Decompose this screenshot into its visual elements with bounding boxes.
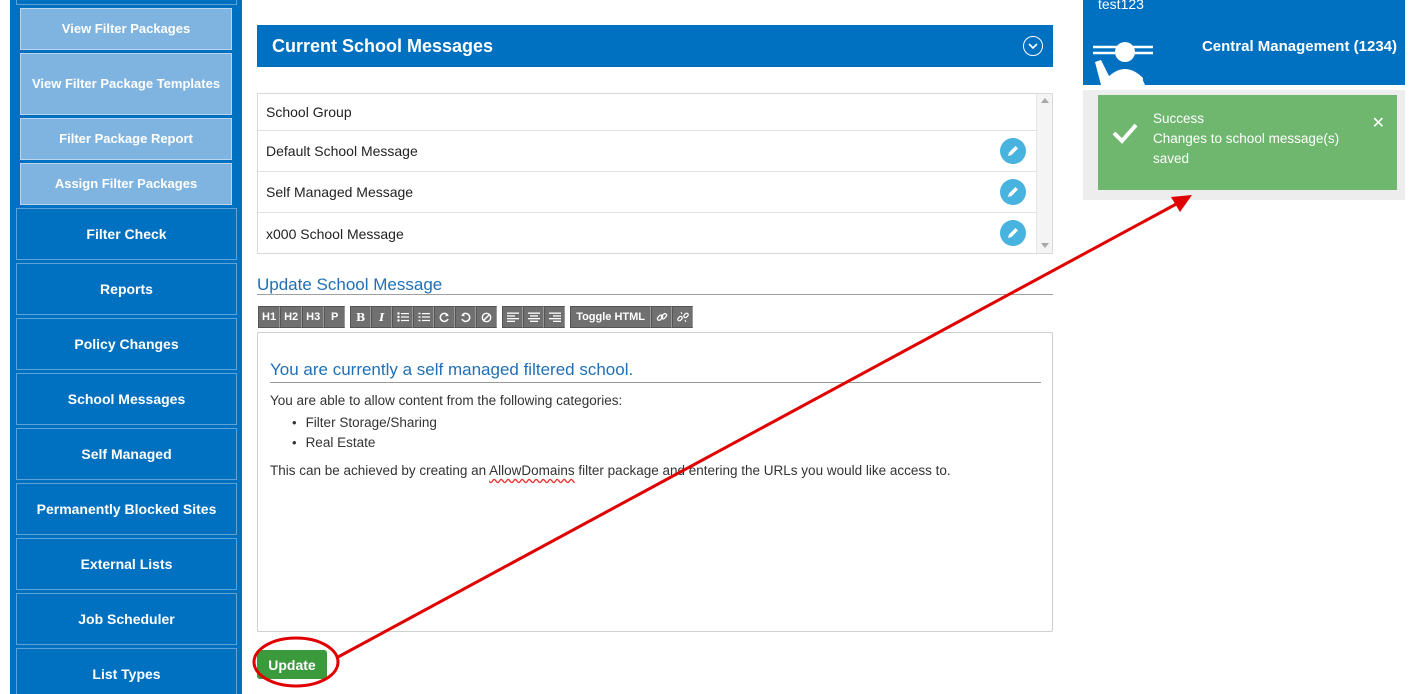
align-left-button[interactable] [502, 306, 524, 328]
italic-icon: I [379, 310, 385, 324]
user-avatar-icon [1093, 42, 1153, 85]
divider [257, 294, 1053, 295]
sidebar-item-stub [16, 0, 237, 5]
sidebar-item-assign-filter-packages[interactable]: Assign Filter Packages [20, 163, 232, 205]
list-item-default-school-message[interactable]: Default School Message [258, 131, 1036, 172]
panel-title: Current School Messages [272, 35, 494, 56]
message-editor[interactable]: You are currently a self managed filtere… [257, 332, 1053, 632]
toast-message-continued: saved [1153, 151, 1190, 166]
update-section-title: Update School Message [257, 275, 443, 294]
list-item: Filter Storage/Sharing [292, 412, 437, 432]
remove-link-button[interactable] [672, 306, 694, 328]
sidebar: View Filter Packages View Filter Package… [10, 0, 242, 694]
italic-button[interactable]: I [371, 306, 393, 328]
toggle-html-button[interactable]: Toggle HTML [570, 306, 652, 328]
sidebar-item-external-lists[interactable]: External Lists [16, 538, 237, 590]
sidebar-item-policy-changes[interactable]: Policy Changes [16, 318, 237, 370]
username: test123 [1098, 0, 1144, 12]
undo-icon [461, 312, 471, 322]
allowdomains-term: AllowDomains [489, 463, 575, 478]
scroll-down-arrow-icon[interactable] [1041, 243, 1049, 248]
scroll-up-arrow-icon[interactable] [1041, 98, 1049, 103]
checkmark-icon [1112, 123, 1138, 144]
bold-button[interactable]: 𝐁 [350, 306, 372, 328]
organization-name: Central Management (1234) [1201, 38, 1397, 55]
chevron-down-icon [1028, 42, 1038, 49]
list-item-x000-school-message[interactable]: x000 School Message [258, 213, 1036, 253]
edit-button[interactable] [1000, 138, 1026, 164]
insert-link-button[interactable] [651, 306, 673, 328]
collapse-button[interactable] [1023, 36, 1043, 56]
sidebar-item-reports[interactable]: Reports [16, 263, 237, 315]
clear-format-icon [481, 312, 492, 322]
html-button-group: Toggle HTML [570, 306, 694, 328]
unlink-icon [676, 311, 689, 323]
align-left-icon [506, 312, 519, 322]
list-item: Real Estate [292, 432, 437, 452]
bullet-list-icon [396, 312, 409, 322]
h2-button[interactable]: H2 [280, 306, 303, 328]
list-item-self-managed-message[interactable]: Self Managed Message [258, 172, 1036, 213]
numbered-list-icon [418, 312, 430, 322]
sidebar-item-self-managed[interactable]: Self Managed [16, 428, 237, 480]
list-item-label: Self Managed Message [266, 184, 414, 200]
sidebar-item-view-filter-packages[interactable]: View Filter Packages [20, 8, 232, 50]
sidebar-item-filter-package-report[interactable]: Filter Package Report [20, 118, 232, 160]
pencil-icon [1008, 228, 1018, 238]
heading-button-group: H1 H2 H3 P [258, 306, 346, 328]
toast-title: Success [1153, 111, 1205, 126]
sidebar-item-view-filter-package-templates[interactable]: View Filter Package Templates [20, 53, 232, 115]
align-button-group [502, 306, 566, 328]
h1-button[interactable]: H1 [258, 306, 281, 328]
sidebar-item-filter-check[interactable]: Filter Check [16, 208, 237, 260]
align-right-icon [548, 312, 561, 322]
sidebar-item-job-scheduler[interactable]: Job Scheduler [16, 593, 237, 645]
current-school-messages-header: Current School Messages [257, 25, 1053, 67]
edit-button[interactable] [1000, 179, 1026, 205]
list-item-label: Default School Message [266, 143, 418, 159]
editor-footer-text: This can be achieved by creating an Allo… [270, 463, 951, 478]
undo-button[interactable] [455, 306, 477, 328]
align-right-button[interactable] [544, 306, 566, 328]
sidebar-item-permanently-blocked-sites[interactable]: Permanently Blocked Sites [16, 483, 237, 535]
list-item-school-group[interactable]: School Group [258, 94, 1036, 131]
user-panel: test123 Central Management (1234) [1083, 0, 1405, 85]
h3-button[interactable]: H3 [302, 306, 325, 328]
update-button[interactable]: Update [257, 650, 327, 679]
notification-area: Success Changes to school message(s) sav… [1083, 90, 1405, 200]
list-scrollbar[interactable] [1036, 94, 1052, 253]
category-list: Filter Storage/Sharing Real Estate [292, 412, 437, 452]
edit-button[interactable] [1000, 220, 1026, 246]
sidebar-item-school-messages[interactable]: School Messages [16, 373, 237, 425]
numbered-list-button[interactable] [413, 306, 435, 328]
bullet-list-button[interactable] [392, 306, 414, 328]
pencil-icon [1008, 187, 1018, 197]
list-item-label: School Group [266, 104, 352, 120]
editor-intro-text: You are able to allow content from the f… [270, 393, 623, 408]
editor-toolbar: H1 H2 H3 P 𝐁 I Toggle HTML [258, 306, 698, 328]
link-icon [656, 313, 667, 321]
align-center-button[interactable] [523, 306, 545, 328]
toast-message: Changes to school message(s) [1153, 131, 1340, 146]
redo-icon [439, 312, 450, 322]
redo-button[interactable] [434, 306, 456, 328]
format-button-group: 𝐁 I [350, 306, 498, 328]
paragraph-button[interactable]: P [324, 306, 346, 328]
bold-icon: 𝐁 [356, 310, 366, 324]
clear-format-button[interactable] [476, 306, 498, 328]
align-center-icon [527, 312, 540, 322]
success-toast: Success Changes to school message(s) sav… [1098, 95, 1397, 190]
editor-heading: You are currently a self managed filtere… [270, 360, 1041, 383]
pencil-icon [1008, 146, 1018, 156]
school-message-list: School Group Default School Message Self… [257, 93, 1053, 254]
sidebar-item-list-types[interactable]: List Types [16, 648, 237, 694]
list-item-label: x000 School Message [266, 225, 404, 242]
close-icon[interactable]: ✕ [1372, 113, 1385, 133]
